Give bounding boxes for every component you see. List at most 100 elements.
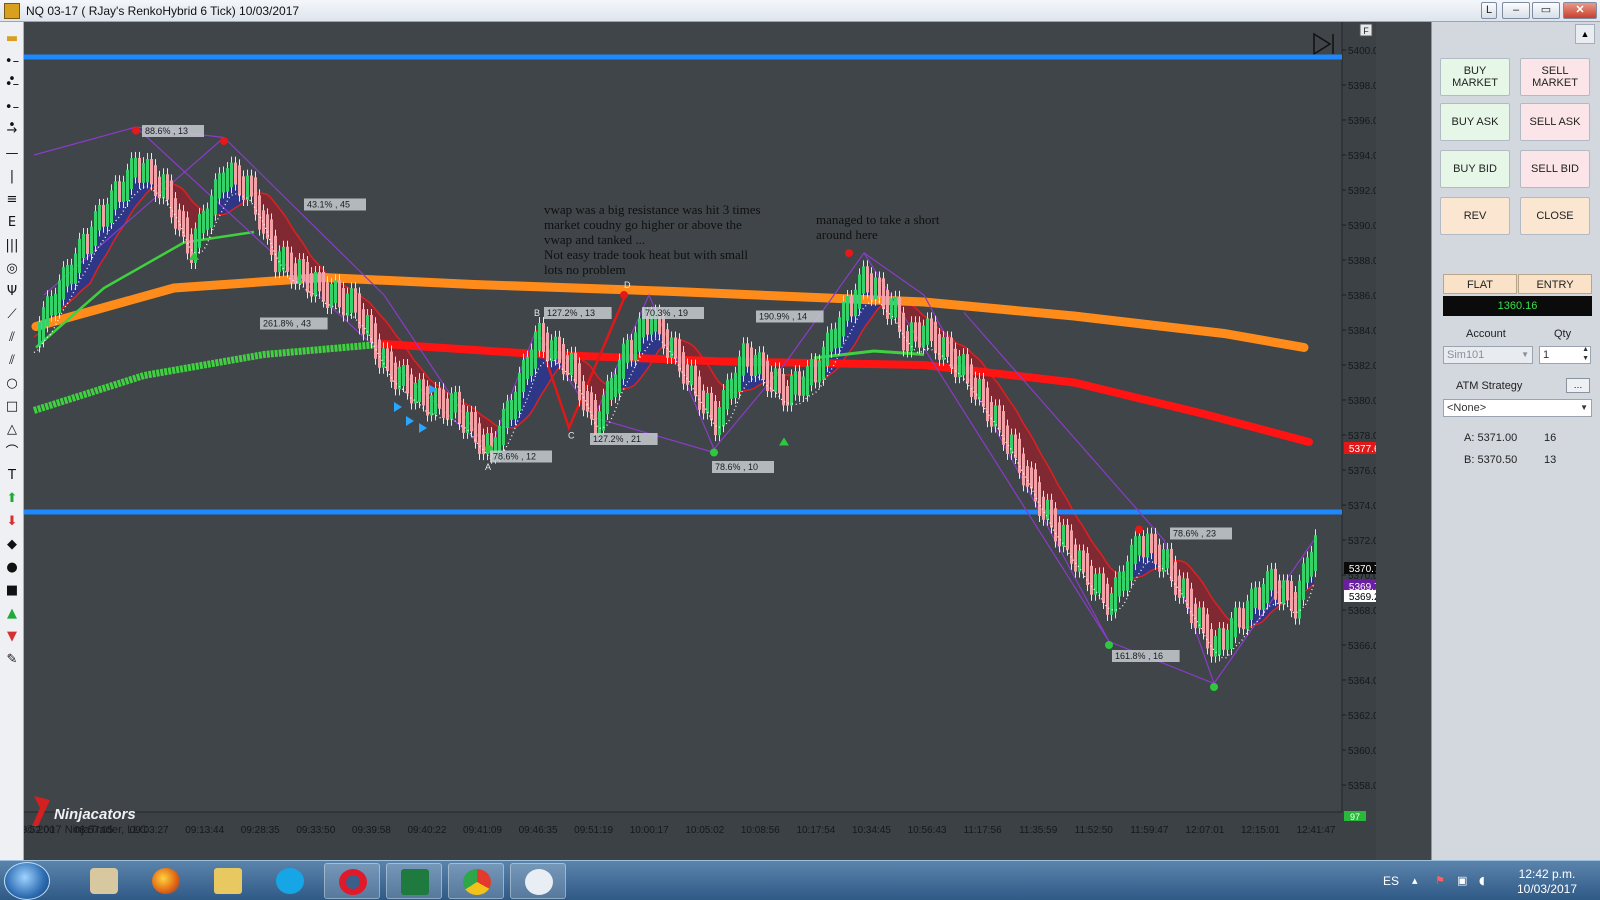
dot-icon[interactable]: ● [3,559,21,577]
tray-flag-icon[interactable]: ⚑ [1435,875,1448,887]
candle [1286,580,1289,601]
candle [1102,573,1105,604]
sell-bid-button[interactable]: SELL BID [1520,150,1590,188]
arc-icon[interactable]: ⌒ [3,444,21,462]
andrews-pitchfork-icon[interactable]: Ψ [3,283,21,301]
price-chart[interactable]: 5400.00 5398.00 5396.00 5394.00 5392.00 5390.… [24,22,1376,860]
fib-extension-icon[interactable]: Ε [3,214,21,232]
candle [1302,563,1305,600]
fib-circle-icon[interactable]: ◎ [3,260,21,278]
triangle-icon[interactable]: △ [3,421,21,439]
time-axis-label: 11:52:50 [1075,825,1114,836]
square-icon[interactable]: ■ [3,582,21,600]
candle [774,368,777,392]
candle [422,379,425,406]
buy-ask-button[interactable]: BUY ASK [1440,103,1510,141]
candle [90,226,93,255]
arrow-line-icon[interactable]: → [3,122,21,140]
candle [606,380,609,415]
maximize-button[interactable]: ▭ [1532,2,1560,19]
candle [1110,593,1113,615]
taskbar-chrome[interactable] [448,863,504,899]
candle [990,401,993,427]
qty-stepper[interactable]: 1 ▲ ▼ [1539,346,1591,364]
candle [230,162,233,188]
taskbar-opera[interactable] [324,863,380,899]
sell-ask-button[interactable]: SELL ASK [1520,103,1590,141]
tray-language[interactable]: ES [1383,874,1399,888]
ellipse-icon[interactable]: ○ [3,375,21,393]
stepper-arrows-icon[interactable]: ▲ ▼ [1582,345,1589,363]
regression-channel-icon[interactable]: ⫽ [3,329,21,347]
candle [1006,425,1009,454]
ray-icon[interactable]: •– [3,76,21,94]
panel-scroll-up-button[interactable]: ▲ [1575,24,1595,44]
tray-volume-icon[interactable]: ◖ [1479,875,1492,887]
candle [970,364,973,397]
trend-channel-icon[interactable]: ⫽ [3,352,21,370]
fib-time-icon[interactable]: ||| [3,237,21,255]
taskbar-hand-app[interactable] [76,863,132,899]
minimize-button[interactable]: – [1502,2,1530,19]
vertical-line-icon[interactable]: | [3,168,21,186]
buy-bid-button[interactable]: BUY BID [1440,150,1510,188]
triangle-down-icon[interactable]: ▼ [3,628,21,646]
gann-fan-icon[interactable]: ⟋ [3,306,21,324]
fib-retracement-icon[interactable]: ≡ [3,191,21,209]
candle [1118,571,1121,597]
atm-strategy-select[interactable]: <None> ▼ [1443,399,1592,417]
buy-market-button[interactable]: BUY MARKET [1440,58,1510,96]
account-select[interactable]: Sim101 ▼ [1443,346,1533,364]
extended-line-icon[interactable]: •–• [3,99,21,133]
candle [1146,533,1149,558]
link-button[interactable]: L [1481,2,1497,19]
mode-icon[interactable]: ▬ [3,30,21,48]
swing-high-marker [1135,525,1143,534]
fib-ratio-label: 261.8% , 43 [263,319,311,329]
taskbar-firefox[interactable] [138,863,194,899]
candle [714,401,717,436]
atm-settings-button[interactable]: … [1566,378,1590,393]
triangle-up-icon[interactable]: ▲ [3,605,21,623]
candle [1010,434,1013,454]
candle [1022,453,1025,486]
close-position-button[interactable]: CLOSE [1520,197,1590,235]
arrow-down-icon[interactable]: ⬇ [3,513,21,531]
candle [334,280,337,304]
pnl-display: 1360.16 [1443,296,1592,316]
line-icon[interactable]: •–• [3,53,21,87]
taskbar-excel[interactable] [386,863,442,899]
candle [1266,571,1269,604]
candle [1314,535,1317,572]
candle [1142,536,1145,558]
text-icon[interactable]: T [3,467,21,485]
taskbar-ninjatrader[interactable] [510,863,566,899]
candle [862,266,865,294]
tray-clock[interactable]: 12:42 p.m. 10/03/2017 [1514,867,1580,897]
taskbar-explorer[interactable] [200,863,256,899]
taskbar-skype[interactable] [262,863,318,899]
entry-button[interactable]: ENTRY [1518,274,1592,294]
candle [138,157,141,183]
horizontal-line-icon[interactable]: — [3,145,21,163]
tray-expand-icon[interactable]: ▴ [1412,875,1425,887]
pencil-icon[interactable]: ✎ [3,651,21,669]
candle [698,376,701,410]
sell-market-button[interactable]: SELL MARKET [1520,58,1590,96]
candle [750,347,753,377]
candle [434,387,437,415]
rev-button[interactable]: REV [1440,197,1510,235]
candle [362,309,365,335]
rectangle-icon[interactable]: □ [3,398,21,416]
flat-button[interactable]: FLAT [1443,274,1517,294]
start-button[interactable] [4,862,50,900]
close-button[interactable]: ✕ [1563,2,1597,19]
tray-network-icon[interactable]: ▣ [1457,875,1470,887]
candle [38,322,41,347]
annotation-vwap: vwap was a big resistance was hit 3 time… [544,202,761,277]
candle [394,362,397,390]
chart-area[interactable]: 5400.00 5398.00 5396.00 5394.00 5392.00 5390.… [24,22,1376,860]
price-axis-label: 5382.00 [1348,361,1376,372]
arrow-up-icon[interactable]: ⬆ [3,490,21,508]
diamond-icon[interactable]: ◆ [3,536,21,554]
